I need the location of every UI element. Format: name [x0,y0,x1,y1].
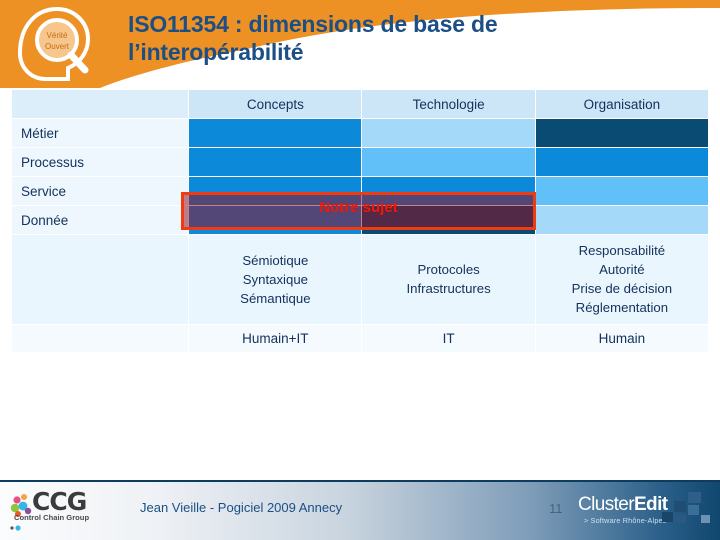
page-title-line2: l’interopérabilité [128,39,304,66]
detail-technologie: Protocoles Infrastructures [362,235,535,324]
cell-metier-concepts [189,119,362,147]
logo-inner-line2: Ouvert [45,42,70,51]
column-header-technologie: Technologie [362,90,535,118]
notre-sujet-label: Notre sujet [319,199,398,216]
table-header-row: Concepts Technologie Organisation [12,90,708,118]
page-number: 11 [549,501,563,516]
summary-technologie: IT [362,324,535,352]
page-title-line1: ISO11354 : dimensions de base de [128,11,498,37]
ccg-wordmark: CCG [32,487,87,516]
column-header-concepts: Concepts [189,90,362,118]
cell-donnee-organisation [535,206,708,234]
cell-service-organisation [535,177,708,205]
cell-processus-technologie [362,148,535,176]
row-label-metier: Métier [12,119,189,147]
row-label-donnee: Donnée [12,206,189,234]
footer-center-text: Jean Vieille - Pogiciel 2009 Annecy [140,500,343,515]
clusteredit-word-light: Cluster [578,494,635,515]
matrix-corner-cell [12,90,189,118]
summary-concepts: Humain+IT [189,324,362,352]
magnifier-badge-logo: Vérité Ouvert [17,6,91,81]
table-summary-row: Humain+IT IT Humain [12,324,708,352]
summary-organisation: Humain [535,324,708,352]
table-detail-row: Sémiotique Syntaxique Sémantique Protoco… [12,235,708,324]
table-row: Métier [12,119,708,147]
cell-metier-technologie [362,119,535,147]
logo-inner-line1: Vérité [47,31,68,40]
page-title: ISO11354 : dimensions de base de l’inter… [128,10,628,66]
cell-metier-organisation [535,119,708,147]
column-header-organisation: Organisation [535,90,708,118]
detail-concepts: Sémiotique Syntaxique Sémantique [189,235,362,324]
cell-processus-organisation [535,148,708,176]
row-label-service: Service [12,177,189,205]
detail-organisation: Responsabilité Autorité Prise de décisio… [535,235,708,324]
table-row: Processus [12,148,708,176]
detail-row-label [12,235,189,324]
summary-row-label [12,324,189,352]
ccg-tagline: Control Chain Group [14,513,90,522]
clusteredit-cubes-icon [662,492,710,523]
slide-footer: CCG Control Chain Group Jean Vieille - P… [0,480,720,540]
row-label-processus: Processus [12,148,189,176]
clusteredit-logo: ClusterEdit > Software Rhône-Alpes [578,490,714,532]
cell-processus-concepts [189,148,362,176]
